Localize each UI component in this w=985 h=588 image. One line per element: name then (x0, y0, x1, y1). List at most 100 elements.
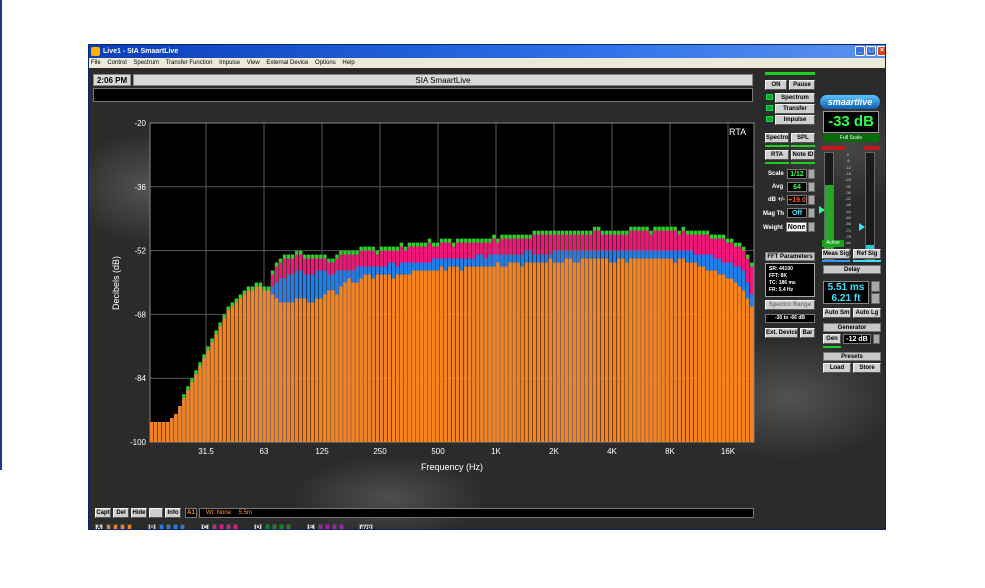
bar-orange (439, 266, 444, 442)
db-offset-field[interactable]: +19.0 (787, 195, 807, 205)
set-d-label[interactable]: D (254, 524, 262, 529)
auto-sm-button[interactable]: Auto Sm (823, 308, 851, 318)
trace-slot[interactable] (233, 524, 238, 529)
title-bar[interactable]: Live1 - SIA SmaartLive _ □ × (89, 45, 885, 58)
bar-orange (399, 274, 404, 442)
trace-slot[interactable] (332, 524, 337, 529)
trace-slot[interactable] (265, 524, 270, 529)
delay-spinner-up[interactable] (871, 281, 880, 292)
trace-name: A1 (185, 508, 197, 518)
spl-button[interactable]: SPL (791, 133, 815, 143)
rta-button[interactable]: RTA (765, 150, 789, 160)
set-c-label[interactable]: C (201, 524, 209, 529)
bar-orange (182, 398, 186, 442)
scale-field[interactable]: 1/12 (787, 169, 807, 179)
gen-level-field[interactable]: -12 dB (843, 334, 871, 344)
avg-field[interactable]: 64 (787, 182, 807, 192)
bar-orange (415, 270, 420, 442)
menu-spectrum[interactable]: Spectrum (133, 60, 159, 66)
trace-slot[interactable] (173, 524, 178, 529)
trace-slot[interactable] (325, 524, 330, 529)
full-scale-indicator: Full Scale (823, 134, 879, 142)
fft-size: FFT: 8K (769, 273, 788, 279)
bar-orange (343, 282, 347, 442)
menu-view[interactable]: View (247, 60, 260, 66)
trace-slot[interactable] (127, 524, 132, 529)
load-button[interactable]: Load (823, 363, 851, 373)
trace-slot[interactable] (166, 524, 171, 529)
bar-button[interactable]: Bar (800, 328, 815, 338)
menu-impulse[interactable]: Impulse (219, 60, 240, 66)
weight-select[interactable]: None (786, 222, 807, 232)
magth-field[interactable]: Off (787, 208, 807, 218)
transfer-button[interactable]: Transfer (775, 104, 815, 114)
bar-orange (552, 262, 557, 442)
pause-button[interactable]: Pause (789, 80, 815, 90)
trace-slot[interactable] (159, 524, 164, 529)
set-b-label[interactable]: B (148, 524, 156, 529)
trace-slot[interactable] (286, 524, 291, 529)
magth-label: Mag Th (763, 211, 784, 217)
spectrum-button[interactable]: Spectrum (775, 93, 815, 103)
scale-spinner[interactable] (808, 169, 815, 179)
trace-slot[interactable] (120, 524, 125, 529)
magth-spinner[interactable] (808, 208, 815, 218)
avg-spinner[interactable] (808, 182, 815, 192)
gen-level-spinner[interactable] (873, 334, 880, 344)
ref-sig-button[interactable]: Ref Sig (853, 249, 881, 259)
ref-sig-indicator (853, 260, 881, 262)
trace-slot[interactable] (219, 524, 224, 529)
auto-lg-button[interactable]: Auto Lg (853, 308, 881, 318)
trace-slot[interactable] (113, 524, 118, 529)
weight-spinner[interactable] (808, 222, 815, 232)
spectro-button[interactable]: Spectro (765, 133, 789, 143)
trace-slot[interactable] (279, 524, 284, 529)
menu-options[interactable]: Options (315, 60, 336, 66)
bar-orange (278, 302, 283, 442)
ext-device-button[interactable]: Ext. Device (765, 328, 798, 338)
bar-orange (250, 290, 255, 442)
delay-ms: 5.51 ms (827, 282, 865, 293)
menu-control[interactable]: Control (107, 60, 126, 66)
hide-button[interactable]: Hide (131, 508, 147, 518)
y-tick-label: -52 (134, 247, 146, 256)
trace-slot[interactable] (339, 524, 344, 529)
maximize-icon[interactable]: □ (866, 46, 876, 56)
trace-slot[interactable] (272, 524, 277, 529)
trace-slot[interactable] (212, 524, 217, 529)
close-icon[interactable]: × (877, 46, 885, 56)
bar-orange (464, 266, 468, 442)
avg-button[interactable]: avg (359, 524, 373, 529)
store-button[interactable]: Store (853, 363, 881, 373)
minimize-icon[interactable]: _ (855, 46, 865, 56)
bar-orange (335, 294, 339, 442)
on-button[interactable]: ON (765, 80, 787, 90)
set-a-label[interactable]: A (95, 524, 103, 529)
info-button[interactable]: Info (165, 508, 181, 518)
menu-help[interactable]: Help (342, 60, 354, 66)
meas-sig-button[interactable]: Meas Sig (822, 249, 850, 259)
x-tick-label: 500 (431, 447, 445, 456)
delete-button[interactable]: Del (113, 508, 129, 518)
menu-transfer-function[interactable]: Transfer Function (166, 60, 213, 66)
spectro-range-button[interactable]: Spectro Range (765, 300, 815, 310)
capture-button[interactable]: Capt (95, 508, 111, 518)
blank-button[interactable] (149, 508, 163, 518)
trace-slot[interactable] (106, 524, 111, 529)
gen-button[interactable]: Gen (823, 334, 841, 344)
bar-orange (359, 278, 363, 442)
trace-slot[interactable] (180, 524, 185, 529)
bar-orange (665, 258, 669, 442)
impulse-button[interactable]: Impulse (775, 115, 815, 125)
menu-external-device[interactable]: External Device (266, 60, 308, 66)
set-e-label[interactable]: E (307, 524, 315, 529)
trace-slot[interactable] (226, 524, 231, 529)
note-id-button[interactable]: Note ID (791, 150, 815, 160)
meter-scale-label: -78 (845, 233, 851, 239)
bar-orange (274, 298, 279, 442)
delay-spinner-down[interactable] (871, 293, 880, 304)
db-offset-spinner[interactable] (808, 195, 815, 205)
trace-slot[interactable] (318, 524, 323, 529)
menu-file[interactable]: File (91, 60, 101, 66)
bar-orange (210, 342, 214, 442)
